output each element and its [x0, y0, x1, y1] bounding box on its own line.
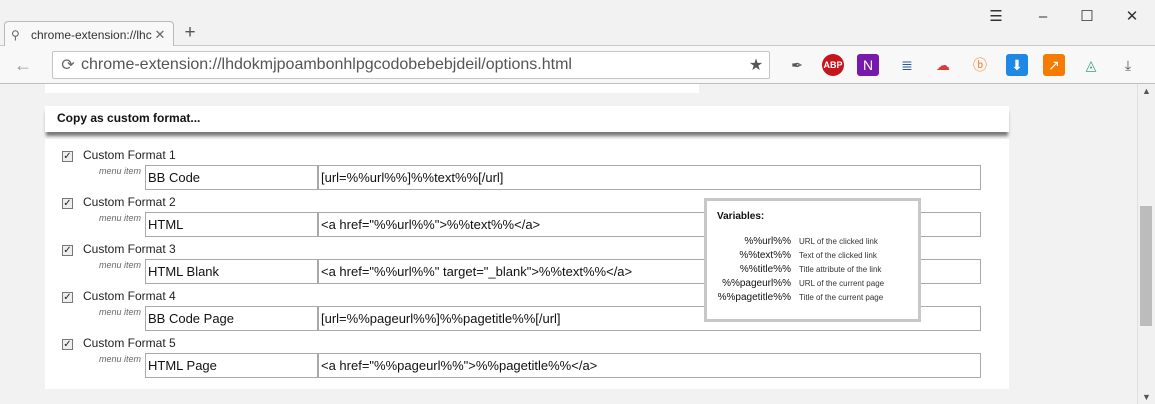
variable-name: %%pageurl%% [722, 277, 791, 289]
variable-description: URL of the clicked link [799, 236, 878, 246]
address-bar[interactable]: ⟳ chrome-extension://lhdokmjpoambonhlpgc… [52, 51, 770, 79]
title-bar: ⚲ chrome-extension://lhc ✕ + ☰ – ☐ ✕ [0, 0, 1155, 47]
custom-format-row: ✓ Custom Format 5 menu item HTML Page <a hre… [62, 335, 1002, 383]
b-circle-icon[interactable]: ⓑ [969, 54, 991, 76]
tab-title: chrome-extension://lhc [31, 27, 152, 42]
menu-item-name-input[interactable]: BB Code [145, 165, 318, 190]
new-tab-button[interactable]: + [179, 23, 201, 44]
puzzle-icon: ⚲ [11, 27, 20, 42]
variable-name: %%text%% [739, 249, 791, 261]
feather-icon[interactable]: ✒ [786, 54, 808, 76]
menu-item-label: menu item [99, 166, 142, 176]
menu-item-label: menu item [99, 260, 142, 270]
chart-up-icon[interactable]: ↗ [1043, 54, 1065, 76]
page-viewport: Copy as custom format... ✓ Custom Format … [0, 84, 1137, 404]
close-window-button[interactable]: ✕ [1114, 6, 1150, 28]
previous-section-card [45, 84, 699, 93]
menu-item-name-input[interactable]: HTML Page [145, 353, 318, 378]
list-icon[interactable]: ≣ [896, 54, 918, 76]
format-label: Custom Format 5 [83, 336, 176, 350]
custom-format-row: ✓ Custom Format 1 menu item BB Code [url=%%u… [62, 147, 1002, 195]
variables-title: Variables: [717, 211, 765, 222]
url-text[interactable]: chrome-extension://lhdokmjpoambonhlpgcod… [81, 56, 743, 74]
format-template-input[interactable]: [url=%%url%%]%%text%%[/url] [318, 165, 981, 190]
browser-toolbar: ← ⟳ chrome-extension://lhdokmjpoambonhlp… [0, 46, 1155, 84]
adblock-plus-icon[interactable]: ABP [822, 54, 844, 76]
format-label: Custom Format 2 [83, 195, 176, 209]
menu-item-name-input[interactable]: HTML [145, 212, 318, 237]
format-label: Custom Format 3 [83, 242, 176, 256]
variable-name: %%url%% [744, 235, 791, 247]
maximize-button[interactable]: ☐ [1069, 6, 1105, 28]
reload-icon[interactable]: ⟳ [55, 55, 81, 75]
variable-row: %%title%% Title attribute of the link [717, 262, 908, 276]
menu-item-label: menu item [99, 354, 142, 364]
format-label: Custom Format 4 [83, 289, 176, 303]
menu-item-label: menu item [99, 213, 142, 223]
variable-row: %%url%% URL of the clicked link [717, 234, 908, 248]
browser-tab[interactable]: ⚲ chrome-extension://lhc ✕ [4, 21, 174, 47]
variable-description: Title of the current page [799, 292, 884, 302]
back-arrow-icon[interactable]: ← [12, 54, 34, 76]
format-label: Custom Format 1 [83, 148, 176, 162]
variable-description: URL of the current page [799, 278, 885, 288]
enable-checkbox[interactable]: ✓ [62, 292, 73, 303]
variable-name: %%pagetitle%% [717, 291, 791, 303]
menu-item-name-input[interactable]: BB Code Page [145, 306, 318, 331]
section-header: Copy as custom format... [45, 106, 1009, 132]
enable-checkbox[interactable]: ✓ [62, 151, 73, 162]
variable-row: %%pagetitle%% Title of the current page [717, 290, 908, 304]
download-icon[interactable]: ⤓ [1117, 54, 1139, 76]
star-icon[interactable]: ★ [743, 55, 769, 75]
cloud-icon[interactable]: ☁ [932, 54, 954, 76]
minimize-button[interactable]: – [1025, 6, 1061, 28]
variable-description: Title attribute of the link [799, 264, 882, 274]
vertical-scrollbar[interactable]: ▲ ▼ [1137, 84, 1155, 404]
variable-row: %%pageurl%% URL of the current page [717, 276, 908, 290]
variables-panel: Variables: %%url%% URL of the clicked lin… [704, 198, 921, 322]
scroll-down-arrow-icon[interactable]: ▼ [1142, 392, 1151, 402]
menu-icon[interactable]: ☰ [978, 6, 1014, 28]
variable-description: Text of the clicked link [799, 250, 877, 260]
variable-name: %%title%% [739, 263, 791, 275]
onenote-icon[interactable]: N [857, 54, 879, 76]
menu-item-name-input[interactable]: HTML Blank [145, 259, 318, 284]
scroll-thumb[interactable] [1140, 206, 1152, 326]
enable-checkbox[interactable]: ✓ [62, 245, 73, 256]
menu-item-label: menu item [99, 307, 142, 317]
variable-row: %%text%% Text of the clicked link [717, 248, 908, 262]
close-icon[interactable]: ✕ [153, 27, 167, 43]
enable-checkbox[interactable]: ✓ [62, 198, 73, 209]
scroll-up-arrow-icon[interactable]: ▲ [1142, 86, 1151, 96]
enable-checkbox[interactable]: ✓ [62, 339, 73, 350]
format-template-input[interactable]: <a href="%%pageurl%%">%%pagetitle%%</a> [318, 353, 981, 378]
triangle-icon[interactable]: ◬ [1080, 54, 1102, 76]
download-square-icon[interactable]: ⬇ [1006, 54, 1028, 76]
